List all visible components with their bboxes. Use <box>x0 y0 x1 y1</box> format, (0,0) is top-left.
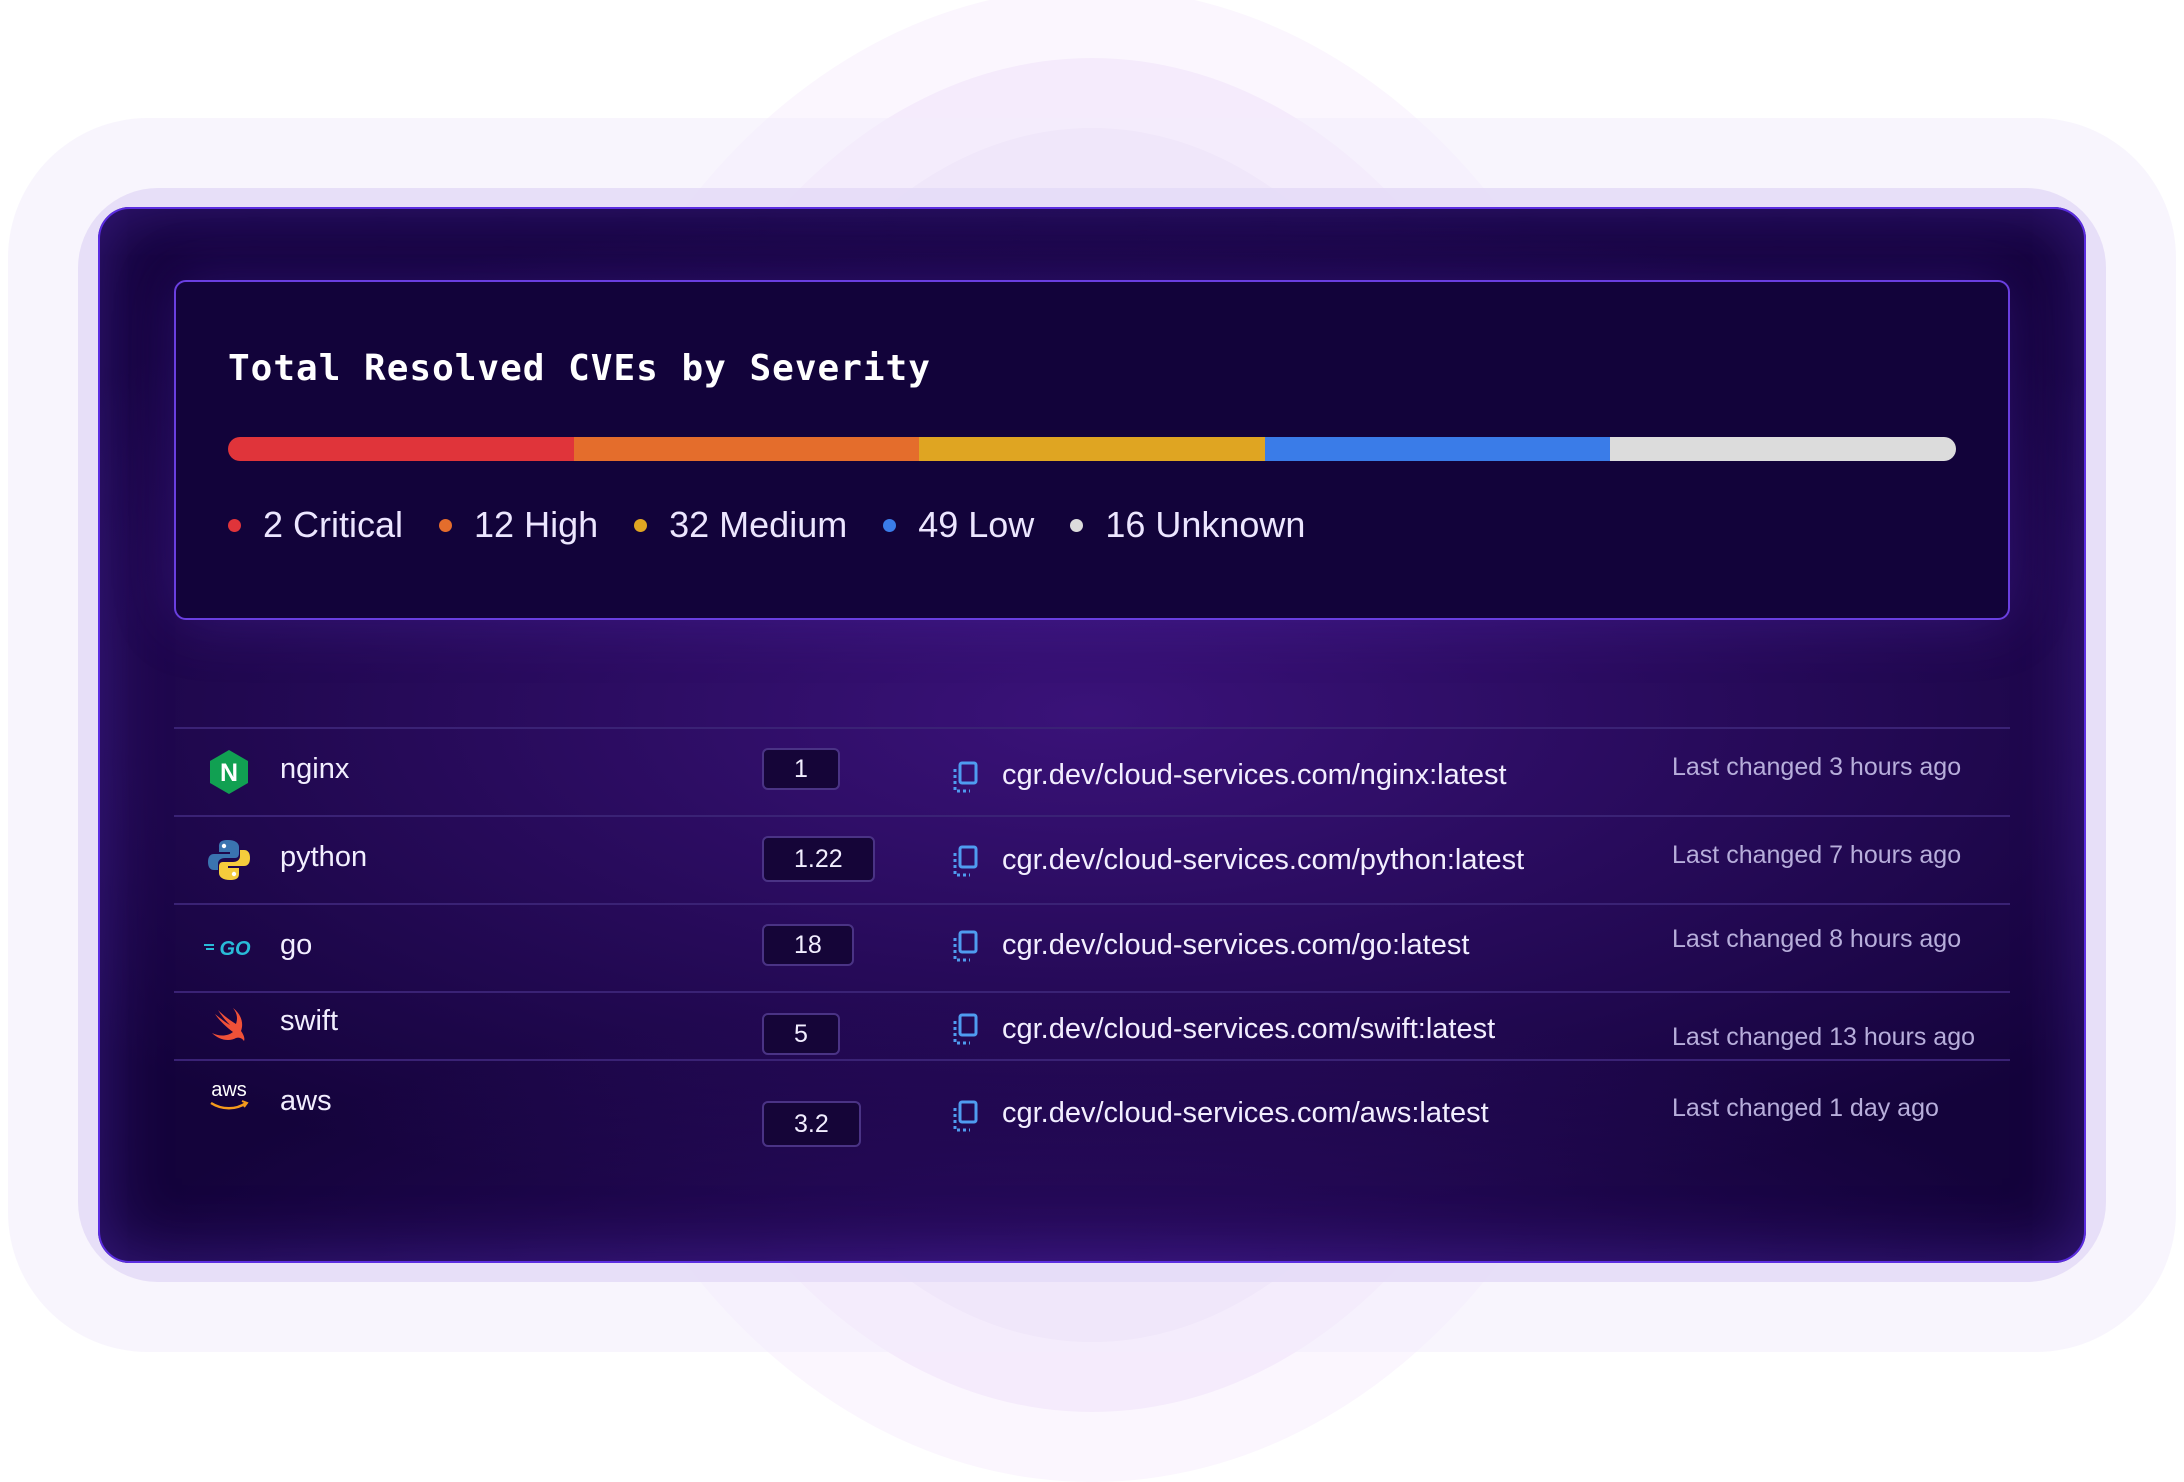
copy-icon[interactable] <box>950 1013 980 1047</box>
repo-name: go <box>280 929 313 961</box>
copy-icon[interactable] <box>950 930 980 964</box>
unknown-dot-icon <box>1070 518 1084 532</box>
last-changed-text: Last changed 3 hours ago <box>1672 753 1962 781</box>
copy-icon[interactable] <box>950 845 980 879</box>
image-repository-list: N nginx 1 cgr.dev/cloud-services.com/ngi… <box>174 727 2010 1159</box>
medium-dot-icon <box>634 518 648 532</box>
repo-name: python <box>280 841 368 873</box>
legend-item-high: 12 High <box>439 504 598 546</box>
version-badge: 5 <box>762 1013 840 1055</box>
legend-item-low: 49 Low <box>883 504 1034 546</box>
critical-dot-icon <box>228 518 241 532</box>
image-url[interactable]: cgr.dev/cloud-services.com/python:latest <box>1002 844 1524 877</box>
nginx-logo-icon: N <box>206 749 252 795</box>
python-logo-icon <box>206 837 252 883</box>
legend-label-unknown: 16 Unknown <box>1105 504 1306 545</box>
severity-bar-segment-medium <box>919 437 1265 461</box>
table-row-python[interactable]: python 1.22 cgr.dev/cloud-services.com/p… <box>174 815 2010 903</box>
legend-item-unknown: 16 Unknown <box>1070 504 1305 546</box>
severity-summary-panel: Total Resolved CVEs by Severity 2 Critic… <box>174 280 2010 620</box>
high-dot-icon <box>439 518 453 532</box>
severity-bar-segment-low <box>1264 437 1611 461</box>
aws-logo-icon: aws <box>206 1073 252 1119</box>
legend-item-critical: 2 Critical <box>228 504 403 546</box>
legend-label-critical: 2 Critical <box>263 504 404 545</box>
repo-name: nginx <box>280 753 350 785</box>
table-row-aws[interactable]: aws aws 3.2 cgr.dev/cloud-services.com/a… <box>174 1059 2010 1159</box>
nginx-logo-letter: N <box>220 759 238 787</box>
last-changed-text: Last changed 13 hours ago <box>1672 1023 1976 1051</box>
table-row-nginx[interactable]: N nginx 1 cgr.dev/cloud-services.com/ngi… <box>174 727 2010 815</box>
last-changed-text: Last changed 8 hours ago <box>1672 925 1962 953</box>
version-badge: 3.2 <box>762 1101 861 1147</box>
version-badge: 18 <box>762 924 854 966</box>
low-dot-icon <box>883 518 897 532</box>
aws-logo-text: aws <box>211 1079 247 1101</box>
table-row-swift[interactable]: swift 5 cgr.dev/cloud-services.com/swift… <box>174 991 2010 1059</box>
legend-item-medium: 32 Medium <box>634 504 847 546</box>
image-url[interactable]: cgr.dev/cloud-services.com/aws:latest <box>1002 1097 1489 1130</box>
severity-bar-segment-critical <box>228 437 574 461</box>
severity-bar-segment-high <box>573 437 920 461</box>
severity-stacked-bar <box>228 437 1956 461</box>
severity-bar-segment-unknown <box>1610 437 1956 461</box>
copy-icon[interactable] <box>950 761 980 795</box>
legend-label-low: 49 Low <box>918 504 1035 545</box>
severity-legend: 2 Critical 12 High 32 Medium 49 Low 16 U… <box>228 504 1341 546</box>
repo-name: aws <box>280 1085 332 1117</box>
table-row-go[interactable]: GO go 18 cgr.dev/cloud-services.com/go:l… <box>174 903 2010 991</box>
version-badge: 1.22 <box>762 836 875 882</box>
image-url[interactable]: cgr.dev/cloud-services.com/go:latest <box>1002 929 1469 962</box>
last-changed-text: Last changed 1 day ago <box>1672 1094 1939 1122</box>
swift-logo-icon <box>206 1001 252 1047</box>
legend-label-medium: 32 Medium <box>669 504 848 545</box>
panel-title: Total Resolved CVEs by Severity <box>228 348 931 389</box>
image-url[interactable]: cgr.dev/cloud-services.com/nginx:latest <box>1002 759 1507 792</box>
go-logo-icon: GO <box>202 925 256 971</box>
repo-name: swift <box>280 1005 338 1037</box>
version-badge: 1 <box>762 748 840 790</box>
last-changed-text: Last changed 7 hours ago <box>1672 841 1962 869</box>
copy-icon[interactable] <box>950 1100 980 1134</box>
image-url[interactable]: cgr.dev/cloud-services.com/swift:latest <box>1002 1013 1495 1046</box>
legend-label-high: 12 High <box>474 504 599 545</box>
go-logo-text: GO <box>219 938 251 960</box>
cve-dashboard-card: Total Resolved CVEs by Severity 2 Critic… <box>98 207 2086 1263</box>
